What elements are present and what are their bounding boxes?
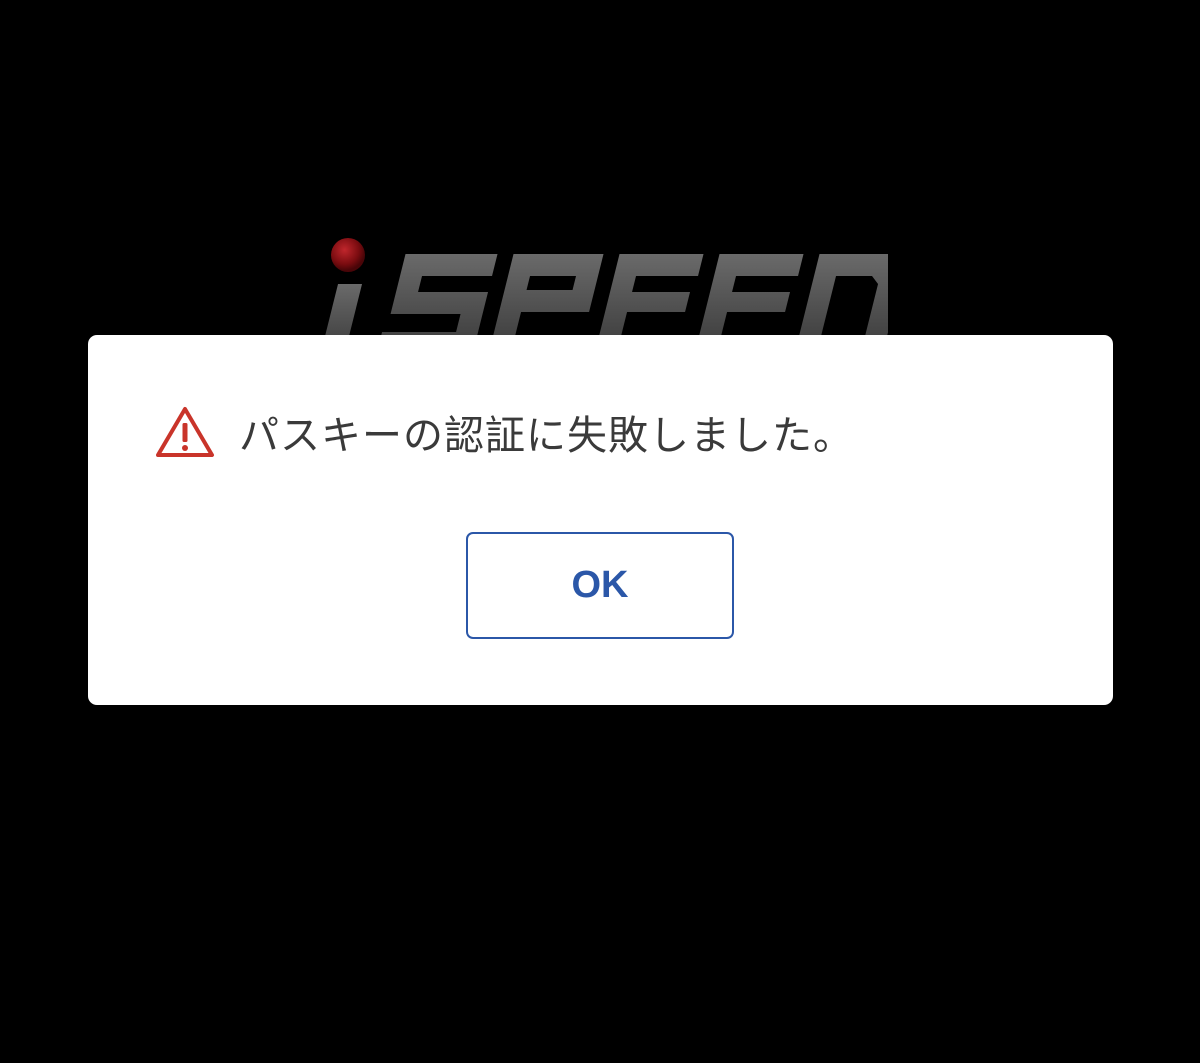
- warning-triangle-icon: [156, 407, 214, 457]
- app-screen: パスキーの認証に失敗しました。 OK: [0, 0, 1200, 1063]
- ispeed-logo: [318, 236, 888, 346]
- alert-dialog: [88, 335, 1113, 705]
- alert-message: パスキーの認証に失敗しました。: [239, 413, 854, 459]
- alert-message-row: パスキーの認証に失敗しました。: [155, 402, 854, 462]
- ok-button[interactable]: OK: [466, 532, 734, 639]
